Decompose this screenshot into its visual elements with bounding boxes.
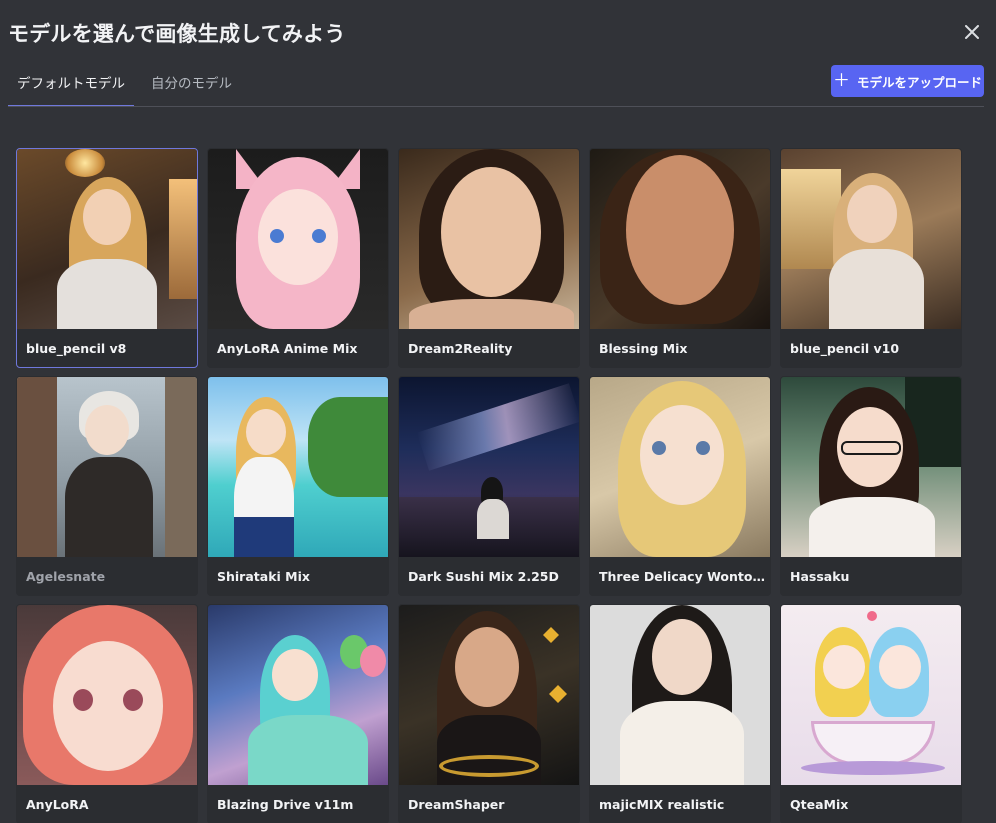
model-card[interactable]: AnyLoRA xyxy=(16,604,198,823)
model-thumbnail xyxy=(17,377,197,557)
model-thumbnail xyxy=(590,149,770,329)
model-card[interactable]: Shirataki Mix xyxy=(207,376,389,596)
model-thumbnail xyxy=(17,149,197,329)
model-thumbnail xyxy=(590,605,770,785)
model-name: blue_pencil v10 xyxy=(790,341,900,356)
dialog-title: モデルを選んで画像生成してみよう xyxy=(8,22,346,46)
model-name: Hassaku xyxy=(790,569,850,584)
model-card[interactable]: QteaMix xyxy=(780,604,962,823)
model-thumbnail xyxy=(781,605,961,785)
model-grid: blue_pencil v8 AnyLoRA Anime Mix Dream2R… xyxy=(16,148,962,823)
model-card[interactable]: Blessing Mix xyxy=(589,148,771,368)
model-card[interactable]: blue_pencil v10 xyxy=(780,148,962,368)
model-card[interactable]: Agelesnate xyxy=(16,376,198,596)
model-name: Blazing Drive v11m xyxy=(217,797,354,812)
model-card[interactable]: majicMIX realistic xyxy=(589,604,771,823)
model-card[interactable]: Dream2Reality xyxy=(398,148,580,368)
close-icon xyxy=(965,25,979,39)
model-thumbnail xyxy=(781,377,961,557)
model-thumbnail xyxy=(208,149,388,329)
plus-icon: ＋ xyxy=(832,70,850,91)
model-name: Blessing Mix xyxy=(599,341,688,356)
model-name: majicMIX realistic xyxy=(599,797,725,812)
model-card[interactable]: Blazing Drive v11m xyxy=(207,604,389,823)
model-thumbnail xyxy=(590,377,770,557)
model-thumbnail xyxy=(781,149,961,329)
model-thumbnail xyxy=(399,149,579,329)
model-name: Shirataki Mix xyxy=(217,569,310,584)
model-card[interactable]: blue_pencil v8 xyxy=(16,148,198,368)
model-thumbnail xyxy=(17,605,197,785)
model-thumbnail xyxy=(208,377,388,557)
tabs-divider xyxy=(8,106,984,107)
model-card[interactable]: Dark Sushi Mix 2.25D xyxy=(398,376,580,596)
model-card[interactable]: Three Delicacy Wonton ... xyxy=(589,376,771,596)
close-button[interactable] xyxy=(962,22,982,42)
model-name: Dream2Reality xyxy=(408,341,513,356)
model-name: DreamShaper xyxy=(408,797,505,812)
model-tabs: デフォルトモデル 自分のモデル xyxy=(8,62,249,107)
upload-model-button[interactable]: ＋ モデルをアップロード xyxy=(831,65,984,97)
model-card[interactable]: Hassaku xyxy=(780,376,962,596)
model-thumbnail xyxy=(208,605,388,785)
model-thumbnail xyxy=(399,605,579,785)
tab-my-models[interactable]: 自分のモデル xyxy=(142,62,241,107)
model-name: blue_pencil v8 xyxy=(26,341,127,356)
model-name: Dark Sushi Mix 2.25D xyxy=(408,569,559,584)
tab-default-models[interactable]: デフォルトモデル xyxy=(8,62,134,107)
model-name: AnyLoRA Anime Mix xyxy=(217,341,358,356)
model-name: Agelesnate xyxy=(26,569,106,584)
upload-model-label: モデルをアップロード xyxy=(856,74,982,90)
model-name: Three Delicacy Wonton ... xyxy=(599,569,765,584)
model-name: AnyLoRA xyxy=(26,797,89,812)
model-name: QteaMix xyxy=(790,797,849,812)
model-card[interactable]: DreamShaper xyxy=(398,604,580,823)
model-thumbnail xyxy=(399,377,579,557)
model-card[interactable]: AnyLoRA Anime Mix xyxy=(207,148,389,368)
